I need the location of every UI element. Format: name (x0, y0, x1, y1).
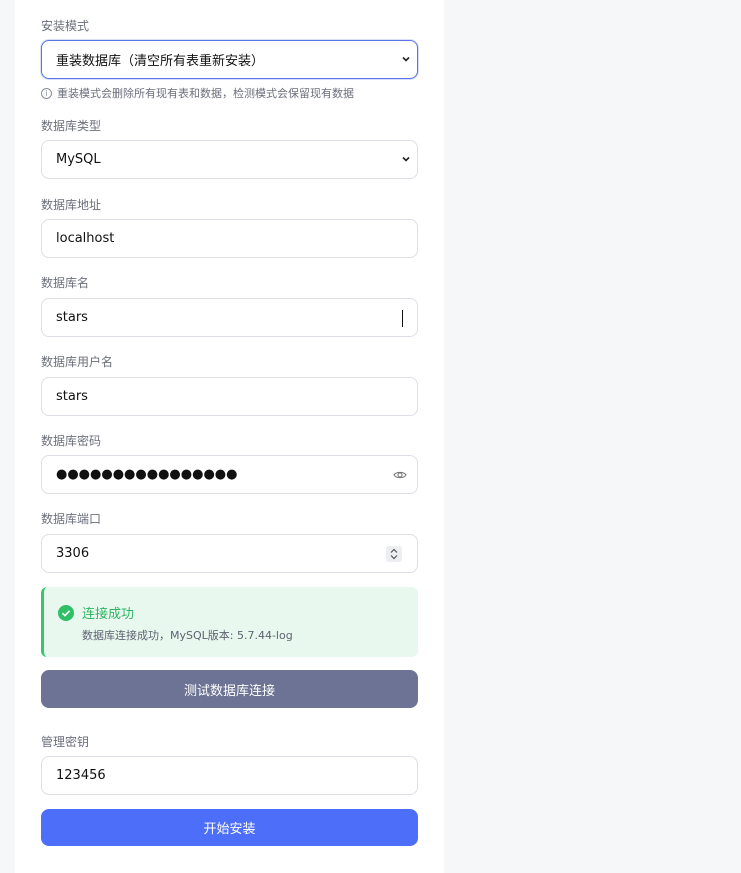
chevron-down-icon (402, 156, 410, 162)
db-host-label: 数据库地址 (41, 198, 102, 212)
success-message: 数据库连接成功，MySQL版本: 5.7.44-log (82, 629, 293, 642)
db-name-value: stars (56, 310, 88, 325)
install-mode-value: 重装数据库（清空所有表重新安装） (56, 54, 265, 69)
db-user-input[interactable]: stars (41, 377, 418, 416)
db-port-label: 数据库端口 (41, 512, 102, 526)
success-title: 连接成功 (82, 607, 135, 622)
number-stepper-icon[interactable] (386, 546, 402, 562)
install-mode-label: 安装模式 (41, 19, 90, 33)
connection-success-alert: 连接成功 数据库连接成功，MySQL版本: 5.7.44-log (41, 587, 418, 657)
info-icon: i (41, 87, 52, 99)
db-user-value: stars (56, 389, 88, 404)
db-name-input[interactable]: stars (41, 298, 418, 337)
db-host-value: localhost (56, 231, 115, 246)
db-user-label: 数据库用户名 (41, 355, 114, 369)
db-type-value: MySQL (56, 152, 101, 167)
chevron-down-icon (402, 56, 410, 62)
db-port-value: 3306 (56, 546, 90, 561)
db-host-input[interactable]: localhost (41, 219, 418, 258)
db-type-select[interactable]: MySQL (41, 140, 418, 179)
install-mode-hint-text: 重装模式会删除所有现有表和数据，检测模式会保留现有数据 (57, 87, 354, 100)
install-mode-select[interactable]: 重装数据库（清空所有表重新安装） (41, 40, 418, 79)
eye-icon[interactable] (393, 468, 407, 482)
admin-key-value: 123456 (56, 768, 106, 783)
db-type-label: 数据库类型 (41, 119, 102, 133)
db-pass-value: ●●●●●●●●●●●●●●●● (56, 467, 238, 482)
admin-key-label: 管理密钥 (41, 735, 90, 749)
db-pass-label: 数据库密码 (41, 434, 102, 448)
check-circle-icon (58, 605, 74, 621)
text-cursor (402, 310, 403, 327)
admin-key-input[interactable]: 123456 (41, 756, 418, 795)
db-name-label: 数据库名 (41, 276, 90, 290)
test-connection-button[interactable]: 测试数据库连接 (41, 670, 418, 708)
start-install-button[interactable]: 开始安装 (41, 809, 418, 846)
db-port-input[interactable]: 3306 (41, 534, 418, 573)
install-mode-hint: i 重装模式会删除所有现有表和数据，检测模式会保留现有数据 (41, 85, 354, 101)
db-pass-input[interactable]: ●●●●●●●●●●●●●●●● (41, 455, 418, 494)
